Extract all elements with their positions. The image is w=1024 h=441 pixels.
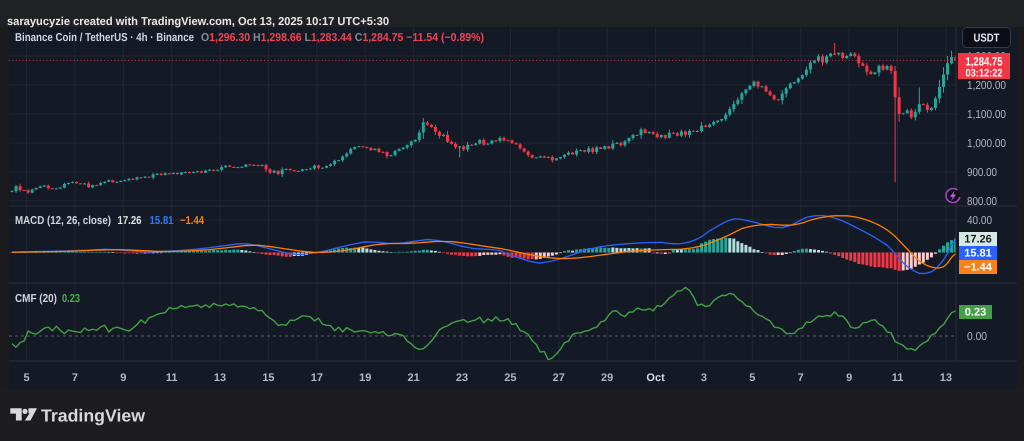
svg-text:9: 9 [120,372,126,384]
svg-text:5: 5 [23,372,29,384]
svg-text:1,284.75: 1,284.75 [966,55,1003,69]
svg-text:17.26: 17.26 [118,215,142,227]
svg-text:23: 23 [456,372,468,384]
svg-text:40.00: 40.00 [967,215,992,227]
svg-text:15.81: 15.81 [150,215,175,227]
svg-text:−1.44: −1.44 [180,215,204,227]
svg-text:O1,296.30 H1,298.66 L1,283.44: O1,296.30 H1,298.66 L1,283.44 C1,284.75 … [201,32,484,44]
svg-text:CMF (20): CMF (20) [15,293,57,305]
svg-text:1,200.00: 1,200.00 [967,80,1006,92]
svg-text:11: 11 [892,372,904,384]
svg-text:TradingView: TradingView [41,406,145,426]
svg-text:5: 5 [749,372,755,384]
svg-text:−1.44: −1.44 [964,262,993,274]
svg-text:21: 21 [407,372,419,384]
svg-text:29: 29 [601,372,613,384]
svg-text:800.00: 800.00 [967,196,997,208]
svg-text:sarayucyzie created with Tradi: sarayucyzie created with TradingView.com… [7,16,389,28]
svg-text:0.23: 0.23 [62,293,80,305]
svg-text:USDT: USDT [974,33,1000,45]
svg-text:7: 7 [72,372,78,384]
svg-text:15.81: 15.81 [964,248,992,260]
svg-text:03:12:22: 03:12:22 [966,68,1003,80]
svg-text:17.26: 17.26 [964,234,992,246]
svg-text:0.23: 0.23 [965,307,986,319]
svg-text:25: 25 [504,372,516,384]
svg-text:9: 9 [846,372,852,384]
svg-text:19: 19 [359,372,371,384]
svg-text:11: 11 [166,372,178,384]
svg-text:3: 3 [701,372,707,384]
svg-text:27: 27 [553,372,565,384]
svg-text:Oct: Oct [646,372,665,384]
svg-text:13: 13 [940,372,952,384]
svg-text:1,000.00: 1,000.00 [967,138,1006,150]
svg-text:7: 7 [798,372,804,384]
svg-text:13: 13 [214,372,226,384]
svg-text:900.00: 900.00 [967,167,997,179]
svg-text:1,100.00: 1,100.00 [967,109,1006,121]
svg-text:15: 15 [262,372,274,384]
svg-text:0.00: 0.00 [967,331,987,343]
svg-text:MACD (12, 26, close): MACD (12, 26, close) [15,215,111,227]
svg-text:Binance Coin / TetherUS · 4h ·: Binance Coin / TetherUS · 4h · Binance [15,32,194,44]
svg-text:17: 17 [311,372,323,384]
